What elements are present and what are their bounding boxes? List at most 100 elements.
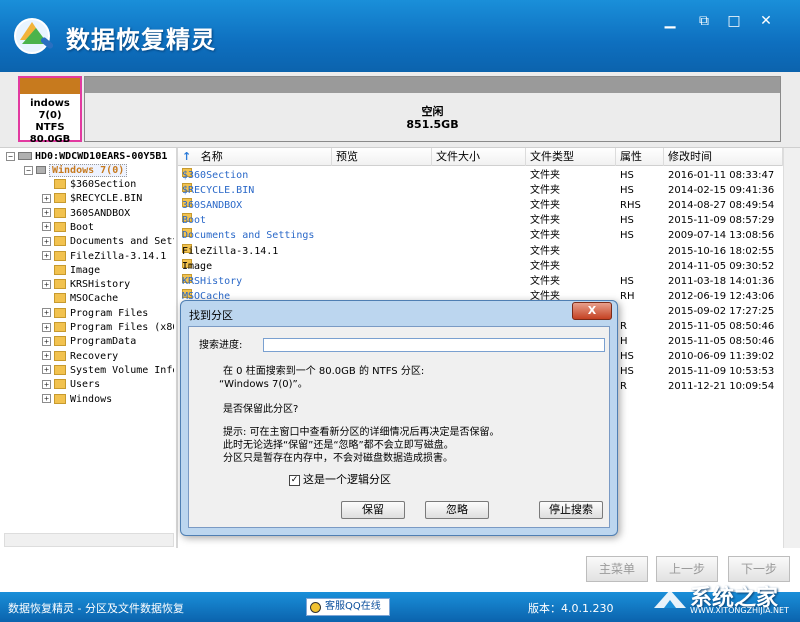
app-title: 数据恢复精灵 bbox=[66, 26, 216, 54]
file-time: 2016-01-11 08:33:47 bbox=[668, 170, 775, 181]
file-type: 文件夹 bbox=[530, 245, 560, 257]
column-type[interactable]: 文件类型 bbox=[526, 148, 616, 166]
tree-folder-node[interactable]: MSOCache bbox=[42, 292, 118, 306]
file-type: 文件夹 bbox=[530, 200, 560, 212]
partition-fs: NTFS bbox=[35, 122, 65, 133]
tree-folder-node[interactable]: + Program Files bbox=[42, 307, 148, 321]
file-list-vertical-scrollbar[interactable] bbox=[783, 148, 800, 548]
tree-folder-node[interactable]: + $RECYCLE.BIN bbox=[42, 192, 142, 206]
folder-icon bbox=[54, 279, 66, 290]
tree-folder-label: Recovery bbox=[70, 350, 119, 362]
tree-folder-node[interactable]: + System Volume Infor bbox=[42, 364, 174, 378]
folder-icon bbox=[54, 193, 66, 204]
column-time[interactable]: 修改时间 bbox=[664, 148, 783, 166]
file-attr: HS bbox=[620, 170, 634, 181]
close-button[interactable]: ✕ bbox=[756, 12, 776, 30]
file-row[interactable]: $RECYCLE.BIN 文件夹 HS 2014-02-15 09:41:36 bbox=[178, 183, 778, 198]
column-preview[interactable]: 预览 bbox=[332, 148, 432, 166]
logical-partition-checkbox[interactable]: ✓ 这是一个逻辑分区 bbox=[289, 471, 391, 487]
file-row[interactable]: Documents and Settings 文件夹 HS 2009-07-14 13… bbox=[178, 228, 778, 243]
expand-icon[interactable]: + bbox=[42, 351, 51, 361]
file-attr: R bbox=[620, 321, 627, 332]
tree-folder-node[interactable]: + Users bbox=[42, 378, 100, 392]
file-row[interactable]: KRSHistory 文件夹 HS 2011-03-18 14:01:36 bbox=[178, 273, 778, 289]
tree-folder-node[interactable]: + Program Files (x86) bbox=[42, 321, 174, 335]
file-type: 文件夹 bbox=[530, 185, 560, 197]
expand-icon[interactable]: + bbox=[42, 279, 51, 289]
maximize-button[interactable]: □ bbox=[724, 12, 744, 30]
file-row[interactable]: 360SANDBOX 文件夹 RHS 2014-08-27 08:49:54 bbox=[178, 198, 778, 213]
hint-line-2: 此时无论选择“保留”还是“忽略”都不会立即写磁盘。 bbox=[223, 440, 454, 451]
expand-icon[interactable]: + bbox=[42, 379, 51, 389]
tree-disk-node[interactable]: − HD0:WDCWD10EARS-00Y5B1 bbox=[6, 150, 167, 164]
expand-icon[interactable]: + bbox=[42, 193, 51, 203]
tree-folder-label: Windows bbox=[70, 393, 113, 405]
minimize-button[interactable]: ▁ bbox=[660, 12, 680, 30]
status-text: 数据恢复精灵 - 分区及文件数据恢复 bbox=[8, 602, 184, 615]
column-attr[interactable]: 属性 bbox=[616, 148, 664, 166]
collapse-icon[interactable]: − bbox=[24, 165, 33, 175]
file-row[interactable]: Image 文件夹 2014-11-05 09:30:52 bbox=[178, 258, 778, 274]
restore-button[interactable]: ⧉ bbox=[694, 12, 714, 30]
main-menu-button[interactable]: 主菜单 bbox=[586, 556, 648, 582]
watermark-url: WWW.XITONGZHIJIA.NET bbox=[690, 606, 789, 615]
expand-icon[interactable]: + bbox=[42, 236, 51, 246]
found-partition-name: “Windows 7(0)”。 bbox=[219, 379, 308, 390]
partition-block-free[interactable]: 空闲 851.5GB bbox=[84, 76, 781, 142]
tree-folder-label: MSOCache bbox=[70, 293, 119, 305]
file-row[interactable]: Boot 文件夹 HS 2015-11-09 08:57:29 bbox=[178, 213, 778, 228]
free-bar bbox=[85, 77, 780, 93]
free-label: 空闲 851.5GB bbox=[85, 105, 780, 131]
keep-button[interactable]: 保留 bbox=[341, 501, 405, 519]
partition-icon bbox=[36, 166, 46, 174]
file-attr: H bbox=[620, 336, 628, 348]
partition-block-windows7[interactable]: indows 7(0) NTFS 80.0GB bbox=[18, 76, 82, 145]
file-attr: R bbox=[620, 381, 627, 393]
tree-horizontal-scrollbar[interactable] bbox=[4, 533, 174, 547]
file-time: 2015-11-09 08:57:29 bbox=[668, 215, 775, 227]
ignore-button[interactable]: 忽略 bbox=[425, 501, 489, 519]
tree-folder-node[interactable]: + FileZilla-3.14.1 bbox=[42, 250, 166, 264]
expand-icon[interactable]: + bbox=[42, 208, 51, 218]
tree-folder-node[interactable]: Image bbox=[42, 264, 100, 278]
column-size[interactable]: 文件大小 bbox=[432, 148, 526, 166]
file-row[interactable]: FileZilla-3.14.1 文件夹 2015-10-16 18:02:55 bbox=[178, 243, 778, 259]
column-name[interactable]: ↑ 名称 bbox=[178, 148, 332, 166]
tree-folder-node[interactable]: + KRSHistory bbox=[42, 278, 130, 292]
file-time: 2015-09-02 17:27:25 bbox=[668, 305, 775, 317]
tree-partition-node[interactable]: − Windows 7(0) bbox=[24, 164, 128, 178]
file-time: 2015-11-05 08:50:46 bbox=[668, 321, 775, 332]
checkbox-check-icon[interactable]: ✓ bbox=[289, 474, 300, 486]
qq-support-button[interactable]: 客服QQ在线 bbox=[306, 598, 390, 616]
file-row[interactable]: $360Section 文件夹 HS 2016-01-11 08:33:47 bbox=[178, 168, 778, 183]
expand-icon[interactable]: + bbox=[42, 336, 51, 346]
tree-folder-node[interactable]: + Recovery bbox=[42, 350, 118, 364]
expand-icon[interactable]: + bbox=[42, 394, 51, 403]
file-attr: HS bbox=[620, 230, 634, 242]
collapse-icon[interactable]: − bbox=[6, 151, 15, 161]
tree-folder-node[interactable]: + Boot bbox=[42, 221, 94, 235]
tree-folder-node[interactable]: + Windows bbox=[42, 393, 112, 407]
disk-label: HD0:WDCWD10EARS-00Y5B1 bbox=[35, 151, 168, 162]
qq-icon bbox=[310, 602, 321, 613]
folder-icon bbox=[54, 236, 66, 247]
expand-icon[interactable]: + bbox=[42, 322, 51, 332]
folder-tree[interactable]: − HD0:WDCWD10EARS-00Y5B1 − Windows 7(0) $3… bbox=[4, 148, 174, 533]
expand-icon[interactable]: + bbox=[42, 222, 51, 232]
tree-folder-label: $RECYCLE.BIN bbox=[70, 193, 143, 205]
dialog-close-button[interactable]: X bbox=[572, 302, 612, 320]
tree-folder-node[interactable]: + ProgramData bbox=[42, 335, 136, 349]
search-progress-bar bbox=[263, 338, 605, 352]
file-attr: HS bbox=[620, 275, 634, 287]
dialog-title: 找到分区 bbox=[189, 309, 233, 322]
expand-icon[interactable]: + bbox=[42, 365, 51, 375]
hard-disk-icon bbox=[18, 152, 32, 160]
expand-icon[interactable]: + bbox=[42, 251, 51, 260]
tree-folder-node[interactable]: +360SANDBOX bbox=[42, 207, 130, 221]
tree-folder-node[interactable]: $360Section bbox=[42, 178, 136, 192]
tree-folder-node[interactable]: + Documents and Setti bbox=[42, 235, 174, 249]
expand-icon[interactable]: + bbox=[42, 308, 51, 318]
column-name-label: 名称 bbox=[200, 150, 223, 163]
stop-search-button[interactable]: 停止搜索 bbox=[539, 501, 603, 519]
file-time: 2015-11-09 10:53:53 bbox=[668, 366, 775, 378]
